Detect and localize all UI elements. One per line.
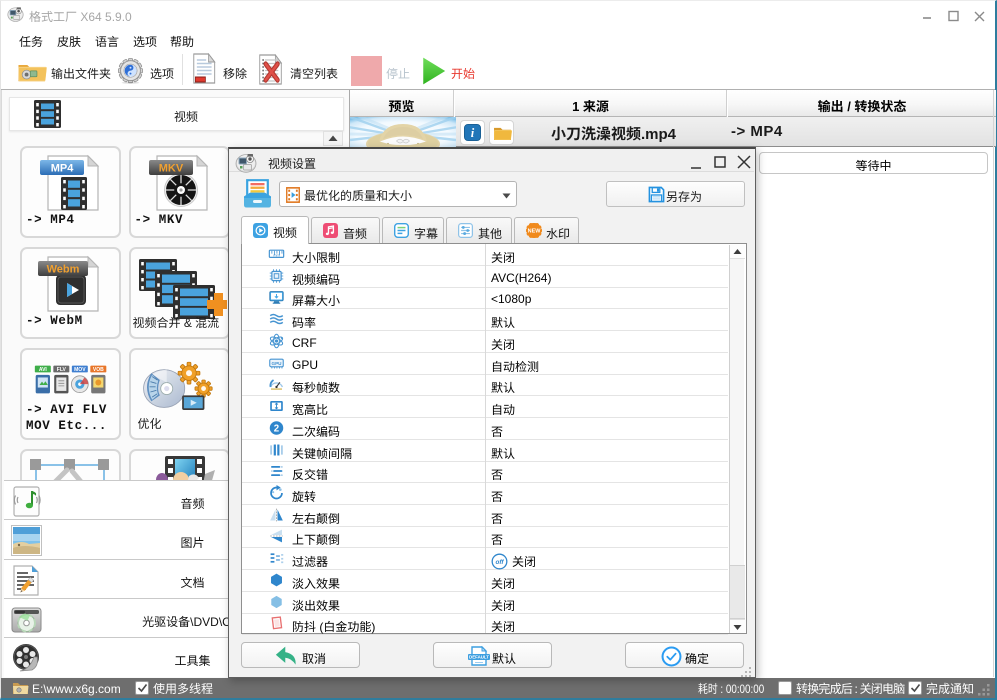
svg-text:AVI: AVI	[39, 367, 48, 373]
svg-text:VOB: VOB	[93, 367, 104, 373]
svg-text:MKV: MKV	[158, 162, 183, 174]
svg-text:i: i	[471, 126, 475, 140]
svg-text:DEFAULT: DEFAULT	[469, 655, 489, 660]
svg-text:MP4: MP4	[51, 162, 75, 174]
svg-text:FLV: FLV	[57, 367, 67, 373]
svg-text:mm: mm	[273, 254, 279, 258]
svg-text:GPU: GPU	[271, 361, 282, 366]
svg-text:Webm: Webm	[47, 263, 80, 275]
svg-text:NEW: NEW	[528, 229, 542, 235]
svg-text:2: 2	[274, 423, 279, 434]
svg-text:off: off	[495, 559, 504, 566]
svg-text:MOV: MOV	[74, 367, 86, 373]
